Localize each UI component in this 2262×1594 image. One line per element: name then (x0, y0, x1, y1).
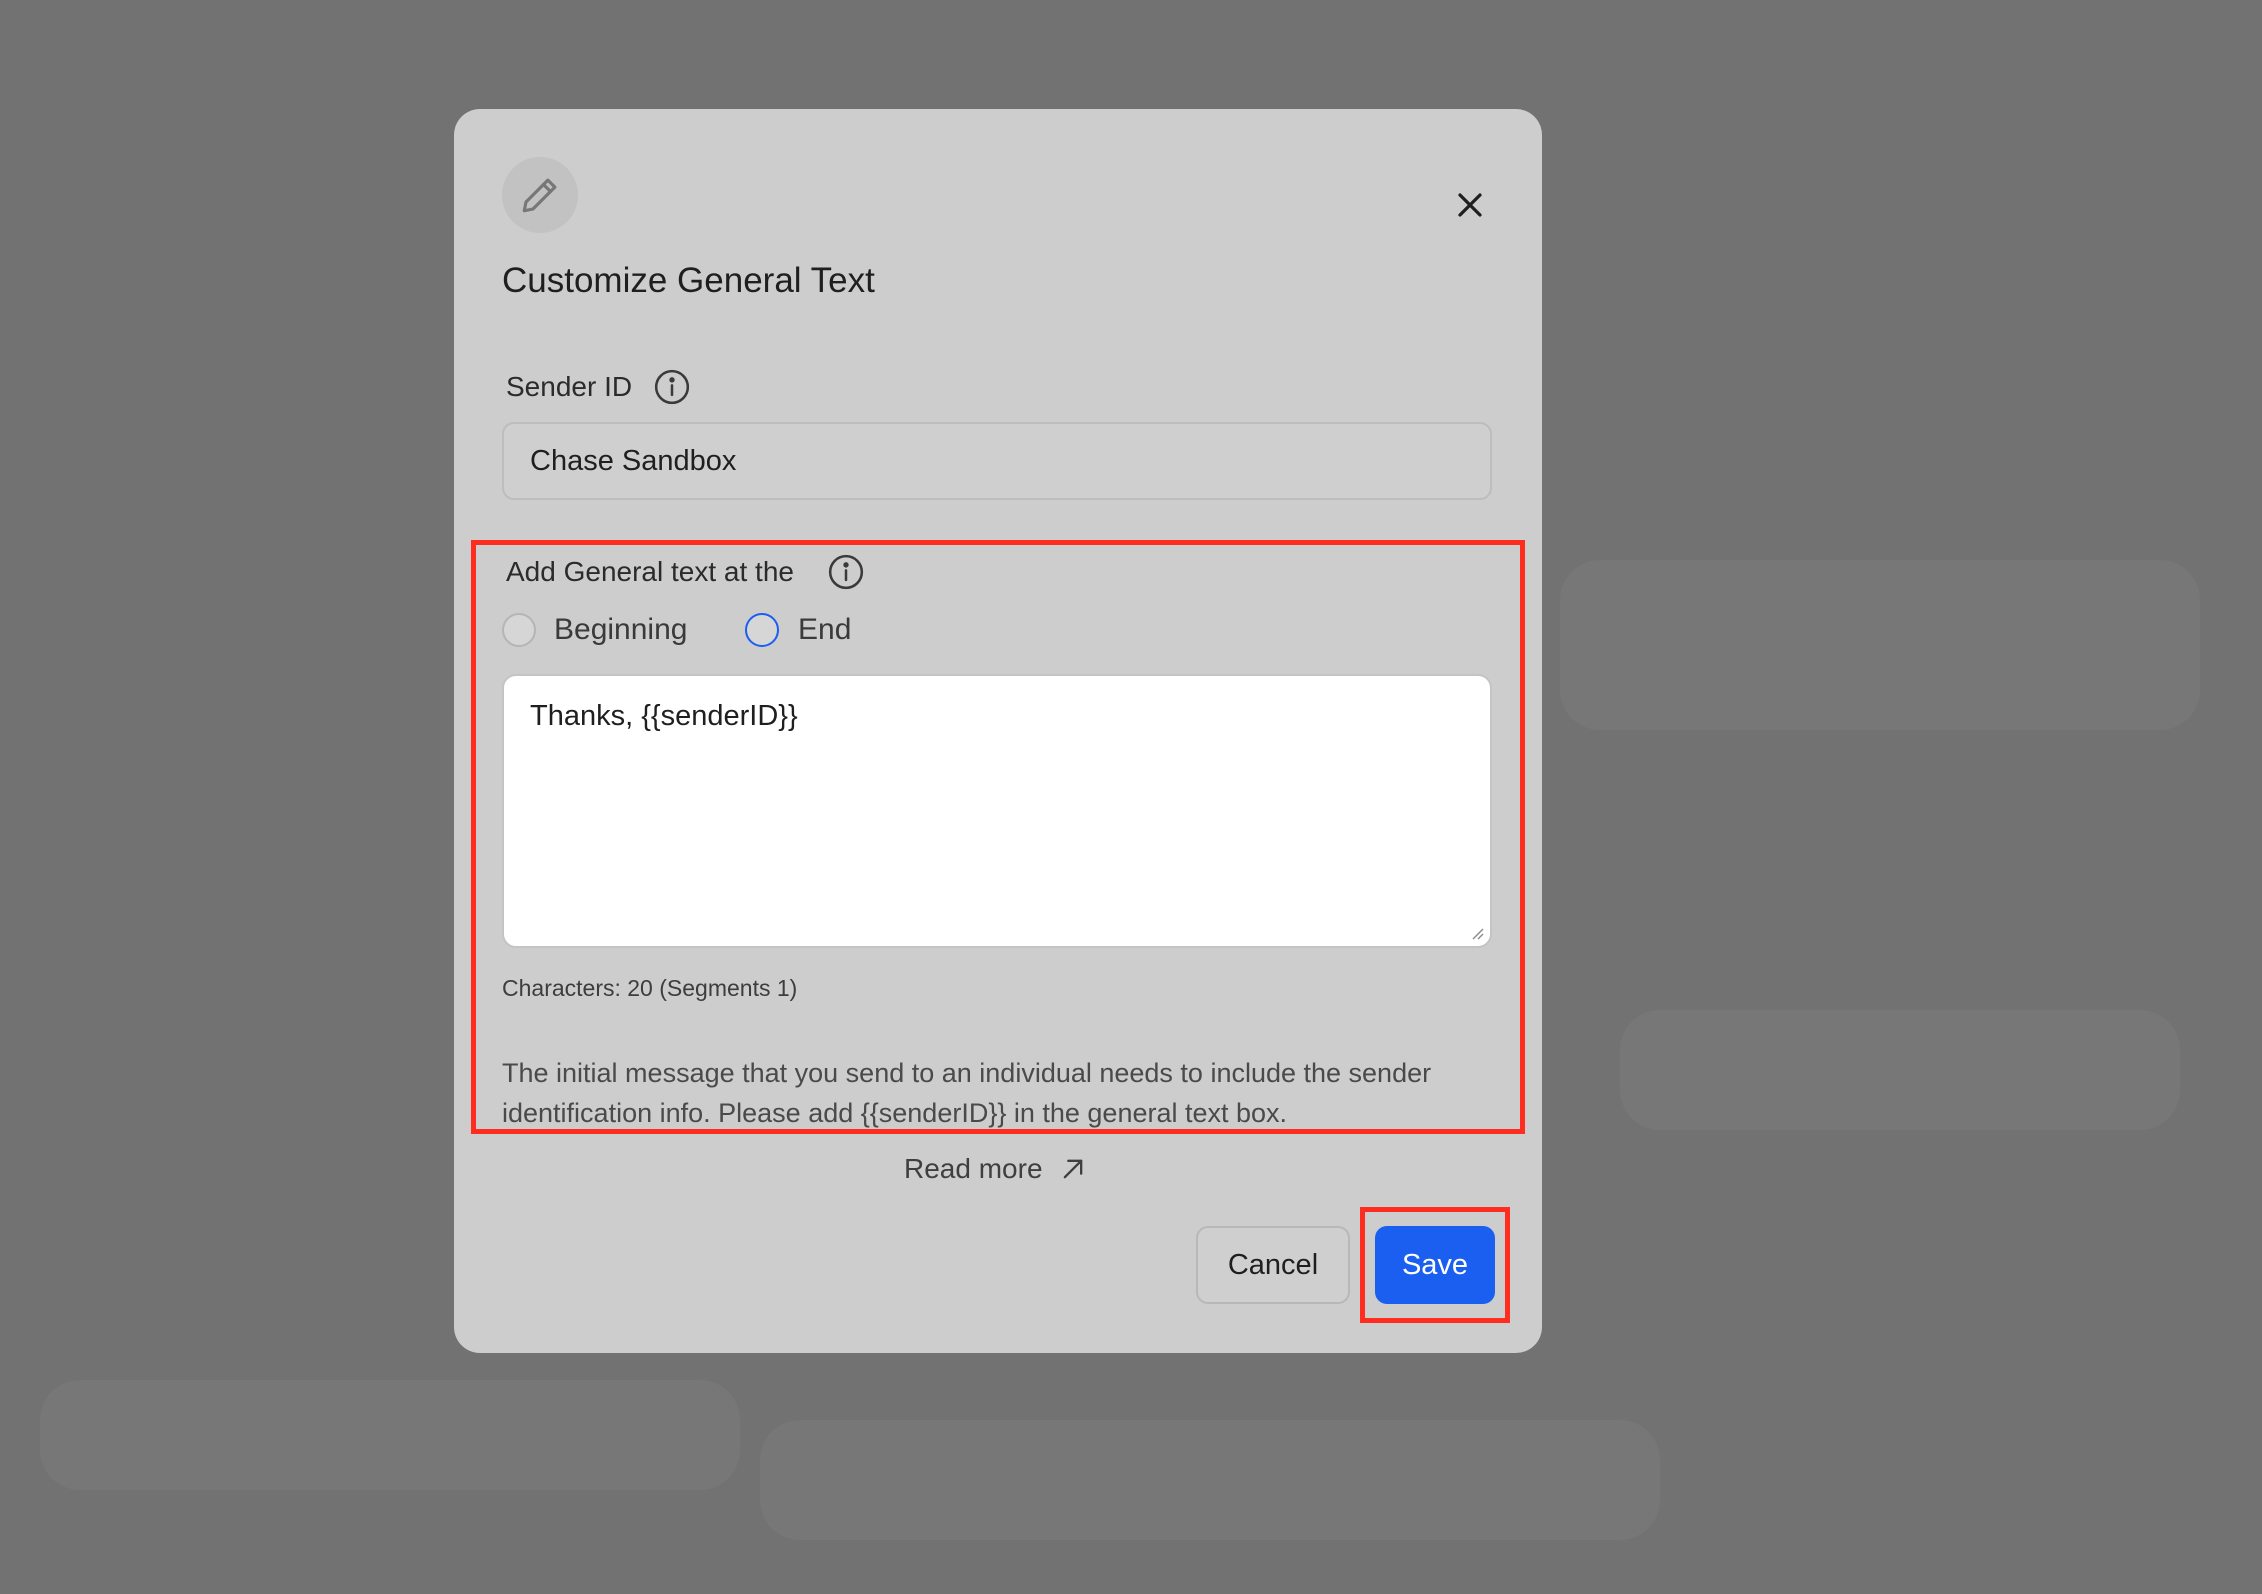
resize-handle-icon[interactable] (1468, 924, 1484, 940)
save-button[interactable]: Save (1375, 1226, 1495, 1304)
position-label: Add General text at the (506, 556, 794, 587)
position-info-icon[interactable] (827, 553, 865, 591)
read-more-link[interactable]: Read more (904, 1153, 1087, 1185)
sender-id-input[interactable]: Chase Sandbox (502, 422, 1492, 500)
blurred-background-shape (1620, 1010, 2180, 1130)
general-text-value: Thanks, {{senderID}} (530, 700, 798, 732)
blurred-background-shape (760, 1420, 1660, 1540)
blurred-background-shape (40, 1380, 740, 1490)
pencil-icon (502, 157, 578, 233)
radio-end[interactable] (745, 613, 779, 647)
cancel-button[interactable]: Cancel (1196, 1226, 1350, 1304)
radio-beginning[interactable] (502, 613, 536, 647)
general-text-textarea[interactable]: Thanks, {{senderID}} (502, 674, 1492, 948)
read-more-label: Read more (904, 1153, 1043, 1184)
character-count: Characters: 20 (Segments 1) (502, 975, 798, 1001)
close-button[interactable] (1438, 173, 1502, 237)
helper-text: The initial message that you send to an … (502, 1058, 1432, 1128)
close-icon (1458, 193, 1482, 217)
sender-id-label: Sender ID (506, 371, 633, 402)
blurred-background-shape (1560, 560, 2200, 730)
dialog-title: Customize General Text (502, 261, 875, 300)
external-arrow-icon (1063, 1159, 1082, 1179)
radio-end-label[interactable]: End (798, 613, 851, 647)
sender-id-info-icon[interactable] (653, 368, 691, 406)
customize-general-text-dialog: Customize General Text Sender ID Chase S… (454, 109, 1542, 1353)
radio-beginning-label[interactable]: Beginning (554, 613, 687, 647)
